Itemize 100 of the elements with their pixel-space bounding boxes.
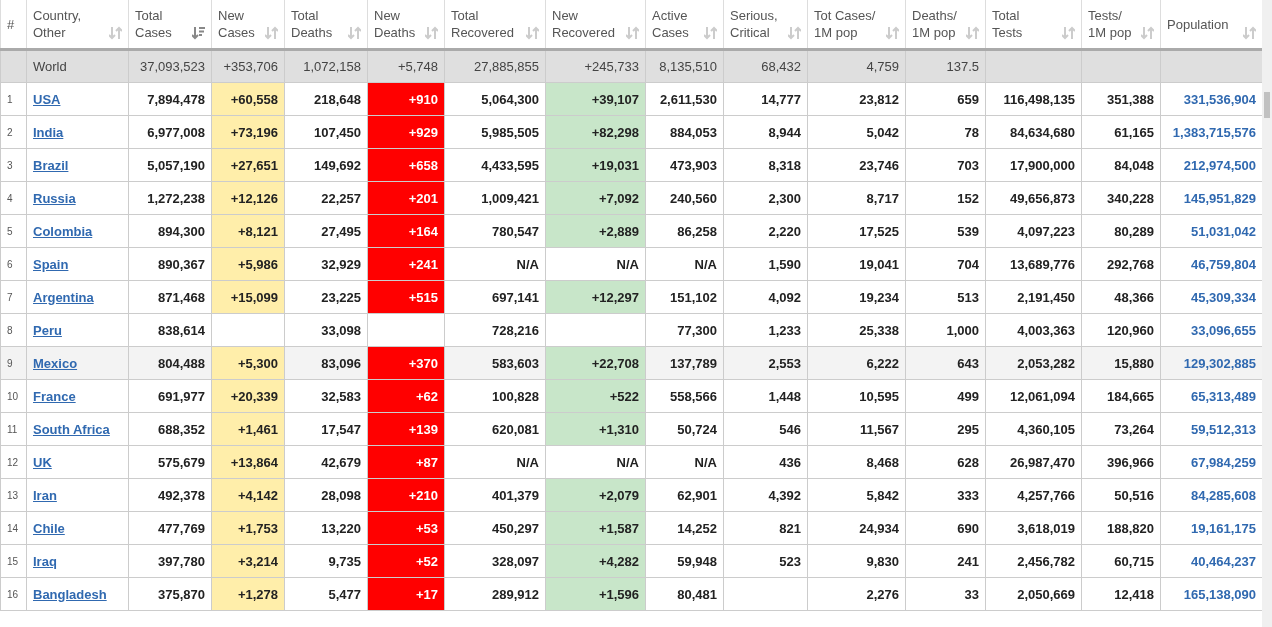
sort-icon[interactable] [788,26,801,40]
table-cell: 728,216 [444,313,546,347]
sort-icon[interactable] [425,26,438,40]
table-row[interactable]: 8 Peru 838,614 33,098 728,216 77,300 1,233 25,338 1,000 4,003,363 120,960 33,096,655 [0,313,1263,347]
table-cell: 1,072,158 [284,49,368,83]
table-cell: 9 [0,346,27,380]
table-row[interactable]: 3 Brazil 5,057,190 +27,651 149,692 +658 4,433,595 +19,031 473,903 8,318 23,746 703 17,900,000 84,048 212,974,500 [0,148,1263,182]
sort-icon[interactable] [966,26,979,40]
table-row[interactable]: 10 France 691,977 +20,339 32,583 +62 100,828 +522 558,566 1,448 10,595 499 12,061,094 184,665 65,313,489 [0,379,1263,413]
table-row[interactable]: 16 Bangladesh 375,870 +1,278 5,477 +17 289,912 +1,596 80,481 2,276 33 2,050,669 12,418 165,138,090 [0,577,1263,611]
table-cell: +39,107 [545,82,646,116]
table-cell: 4 [0,181,27,215]
table-cell: 19,234 [807,280,906,314]
table-cell: 5,064,300 [444,82,546,116]
table-cell: +245,733 [545,49,646,83]
table-cell: +241 [367,247,445,281]
country-link[interactable]: UK [33,454,52,470]
table-row[interactable]: 11 South Africa 688,352 +1,461 17,547 +139 620,081 +1,310 50,724 546 11,567 295 4,360,105 73,264 59,512,313 [0,412,1263,446]
country-link[interactable]: France [33,388,76,404]
table-cell: 2,456,782 [985,544,1082,578]
table-cell: 2,191,450 [985,280,1082,314]
country-link[interactable]: Spain [33,256,69,272]
country-link[interactable]: Colombia [33,223,93,239]
table-cell: 583,603 [444,346,546,380]
country-link[interactable]: Mexico [33,355,78,371]
country-link[interactable]: Iraq [33,553,57,569]
table-cell: 60,715 [1081,544,1161,578]
table-cell: 628 [905,445,986,479]
sort-icon[interactable] [109,26,122,40]
table-row[interactable]: 14 Chile 477,769 +1,753 13,220 +53 450,297 +1,587 14,252 821 24,934 690 3,618,019 188,820 19,161,175 [0,511,1263,545]
country-link[interactable]: Argentina [33,289,94,305]
table-cell: 12,418 [1081,577,1161,611]
sort-icon[interactable] [526,26,539,40]
sort-icon[interactable] [886,26,899,40]
sort-icon[interactable] [348,26,361,40]
table-cell: +1,753 [211,511,285,545]
table-row[interactable]: 15 Iraq 397,780 +3,214 9,735 +52 328,097 +4,282 59,948 523 9,830 241 2,456,782 60,715 40,464,237 [0,544,1263,578]
scrollbar[interactable] [1262,0,1272,627]
table-cell: 184,665 [1081,379,1161,413]
table-cell: 659 [905,82,986,116]
country-link[interactable]: Russia [33,190,76,206]
table-cell: N/A [444,445,546,479]
sort-icon[interactable] [265,26,278,40]
table-cell: 2 [0,115,27,149]
table-cell: +139 [367,412,445,446]
country-link[interactable]: South Africa [33,421,110,437]
table-cell: 691,977 [128,379,212,413]
table-cell: +82,298 [545,115,646,149]
table-row[interactable]: 12 UK 575,679 +13,864 42,679 +87 N/A N/A N/A 436 8,468 628 26,987,470 396,966 67,984,259 [0,445,1263,479]
country-link[interactable]: USA [33,91,61,107]
sort-icon[interactable] [1243,26,1256,40]
table-row[interactable]: 7 Argentina 871,468 +15,099 23,225 +515 697,141 +12,297 151,102 4,092 19,234 513 2,191,450 48,366 45,309,334 [0,280,1263,314]
table-cell: +1,587 [545,511,646,545]
table-cell: 137,789 [645,346,724,380]
table-cell: 50,516 [1081,478,1161,512]
table-cell: +522 [545,379,646,413]
sort-icon[interactable] [1141,26,1154,40]
table-cell: 8,944 [723,115,808,149]
sort-icon[interactable] [626,26,639,40]
country-link[interactable]: Brazil [33,157,69,173]
country-link[interactable]: India [33,124,64,140]
table-cell: 73,264 [1081,412,1161,446]
table-row[interactable]: 2 India 6,977,008 +73,196 107,450 +929 5,985,505 +82,298 884,053 8,944 5,042 78 84,634,680 61,165 1,383,715,576 [0,115,1263,149]
table-cell: N/A [545,247,646,281]
table-cell: 499 [905,379,986,413]
table-cell: 80,289 [1081,214,1161,248]
table-cell: 871,468 [128,280,212,314]
table-cell: +1,278 [211,577,285,611]
sort-icon[interactable] [704,26,717,40]
table-cell: 1,233 [723,313,808,347]
table-cell: 2,553 [723,346,808,380]
table-cell: 703 [905,148,986,182]
table-cell: 9,830 [807,544,906,578]
table-cell: 697,141 [444,280,546,314]
table-cell: 8,468 [807,445,906,479]
table-row[interactable]: 13 Iran 492,378 +4,142 28,098 +210 401,379 +2,079 62,901 4,392 5,842 333 4,257,766 50,516 84,285,608 [0,478,1263,512]
table-cell: 340,228 [1081,181,1161,215]
table-row[interactable]: 5 Colombia 894,300 +8,121 27,495 +164 780,547 +2,889 86,258 2,220 17,525 539 4,097,223 80,289 51,031,042 [0,214,1263,248]
sort-icon[interactable] [1062,26,1075,40]
country-link[interactable]: Peru [33,322,62,338]
country-link[interactable]: Chile [33,520,65,536]
table-cell: 9,735 [284,544,368,578]
table-row[interactable]: 1 USA 7,894,478 +60,558 218,648 +910 5,064,300 +39,107 2,611,530 14,777 23,812 659 116,498,135 351,388 331,536,904 [0,82,1263,116]
table-cell: 401,379 [444,478,546,512]
table-row[interactable]: 9 Mexico 804,488 +5,300 83,096 +370 583,603 +22,708 137,789 2,553 6,222 643 2,053,282 15,880 129,302,885 [0,346,1263,380]
table-cell: 50,724 [645,412,724,446]
table-cell: 49,656,873 [985,181,1082,215]
table-cell: 25,338 [807,313,906,347]
table-cell: 6,222 [807,346,906,380]
table-cell: N/A [645,247,724,281]
table-cell: 77,300 [645,313,724,347]
table-cell: 10 [0,379,27,413]
table-cell: 1,590 [723,247,808,281]
table-row[interactable]: 6 Spain 890,367 +5,986 32,929 +241 N/A N/A N/A 1,590 19,041 704 13,689,776 292,768 46,759,804 [0,247,1263,281]
table-cell: 328,097 [444,544,546,578]
sort-descending-icon[interactable] [192,26,205,40]
table-row[interactable]: 4 Russia 1,272,238 +12,126 22,257 +201 1,009,421 +7,092 240,560 2,300 8,717 152 49,656,873 340,228 145,951,829 [0,181,1263,215]
country-link[interactable]: Bangladesh [33,586,107,602]
table-cell: 86,258 [645,214,724,248]
country-link[interactable]: Iran [33,487,57,503]
